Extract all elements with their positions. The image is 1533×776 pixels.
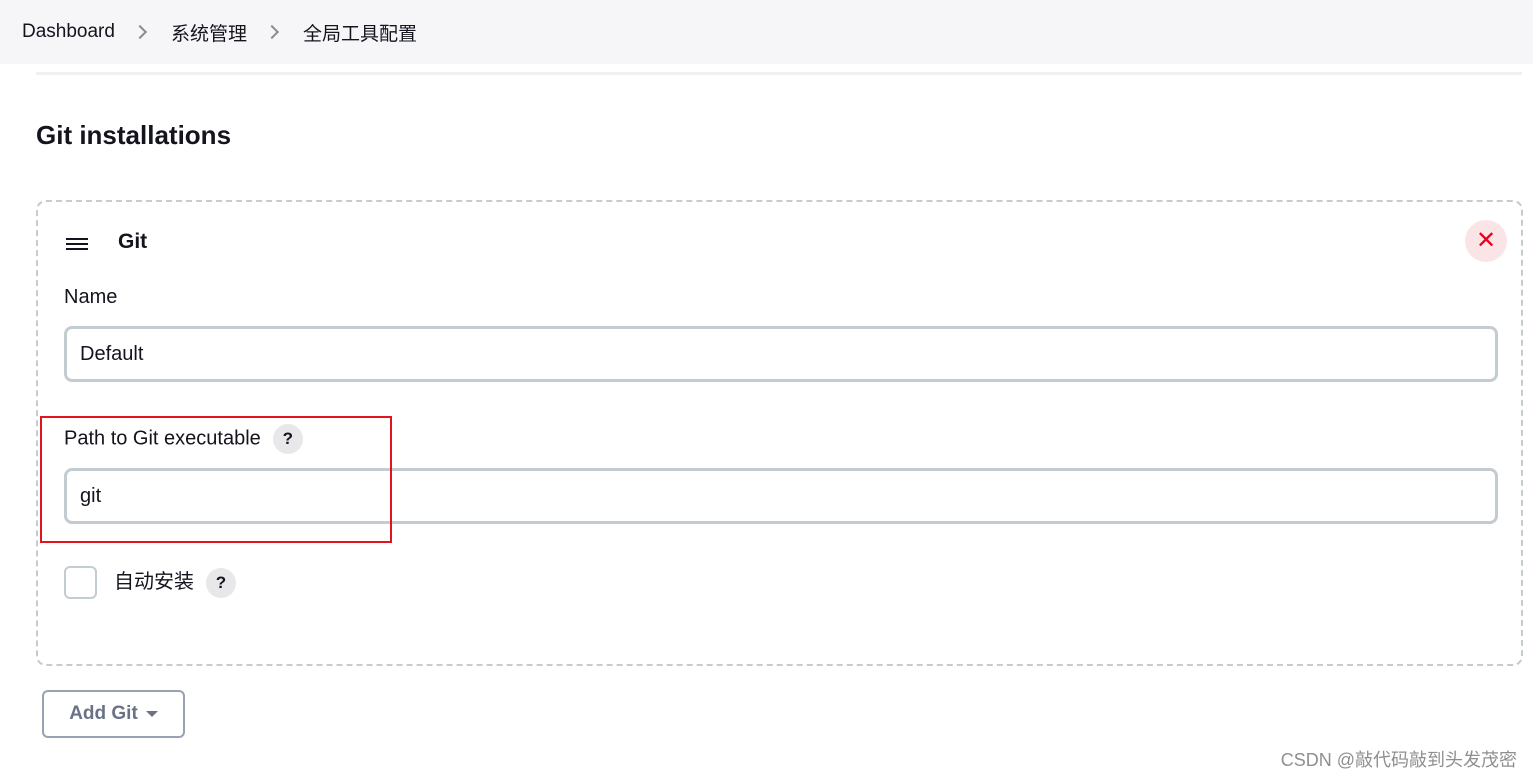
installation-title: Git bbox=[118, 230, 148, 253]
help-icon[interactable]: ? bbox=[206, 567, 236, 598]
watermark: CSDN @敲代码敲到头发茂密 bbox=[1280, 750, 1517, 770]
section-title: Git installations bbox=[36, 120, 232, 150]
auto-install-row: 自动安装? bbox=[114, 566, 236, 599]
auto-install-label[interactable]: 自动安装 bbox=[114, 571, 194, 593]
drag-handle-icon[interactable] bbox=[66, 238, 88, 250]
add-git-button[interactable]: Add Git bbox=[42, 690, 185, 738]
breadcrumb-dashboard[interactable]: Dashboard bbox=[22, 21, 115, 43]
highlight-box bbox=[40, 416, 392, 543]
breadcrumb-system-management[interactable]: 系统管理 bbox=[171, 19, 247, 46]
divider bbox=[36, 72, 1522, 75]
breadcrumb-global-tool-config[interactable]: 全局工具配置 bbox=[303, 19, 417, 46]
git-installation-block: Git ✕ Name Path to Git executable? 自动安装? bbox=[36, 200, 1523, 666]
close-icon: ✕ bbox=[1475, 227, 1497, 254]
breadcrumb: Dashboard 系统管理 全局工具配置 bbox=[0, 0, 1533, 64]
caret-down-icon bbox=[145, 711, 158, 717]
chevron-right-icon bbox=[132, 24, 148, 40]
name-label: Name bbox=[64, 286, 118, 308]
chevron-right-icon bbox=[264, 24, 280, 40]
auto-install-checkbox[interactable] bbox=[64, 566, 97, 599]
delete-installation-button[interactable]: ✕ bbox=[1465, 220, 1507, 262]
add-git-label: Add Git bbox=[69, 703, 138, 724]
name-input[interactable] bbox=[64, 326, 1498, 382]
